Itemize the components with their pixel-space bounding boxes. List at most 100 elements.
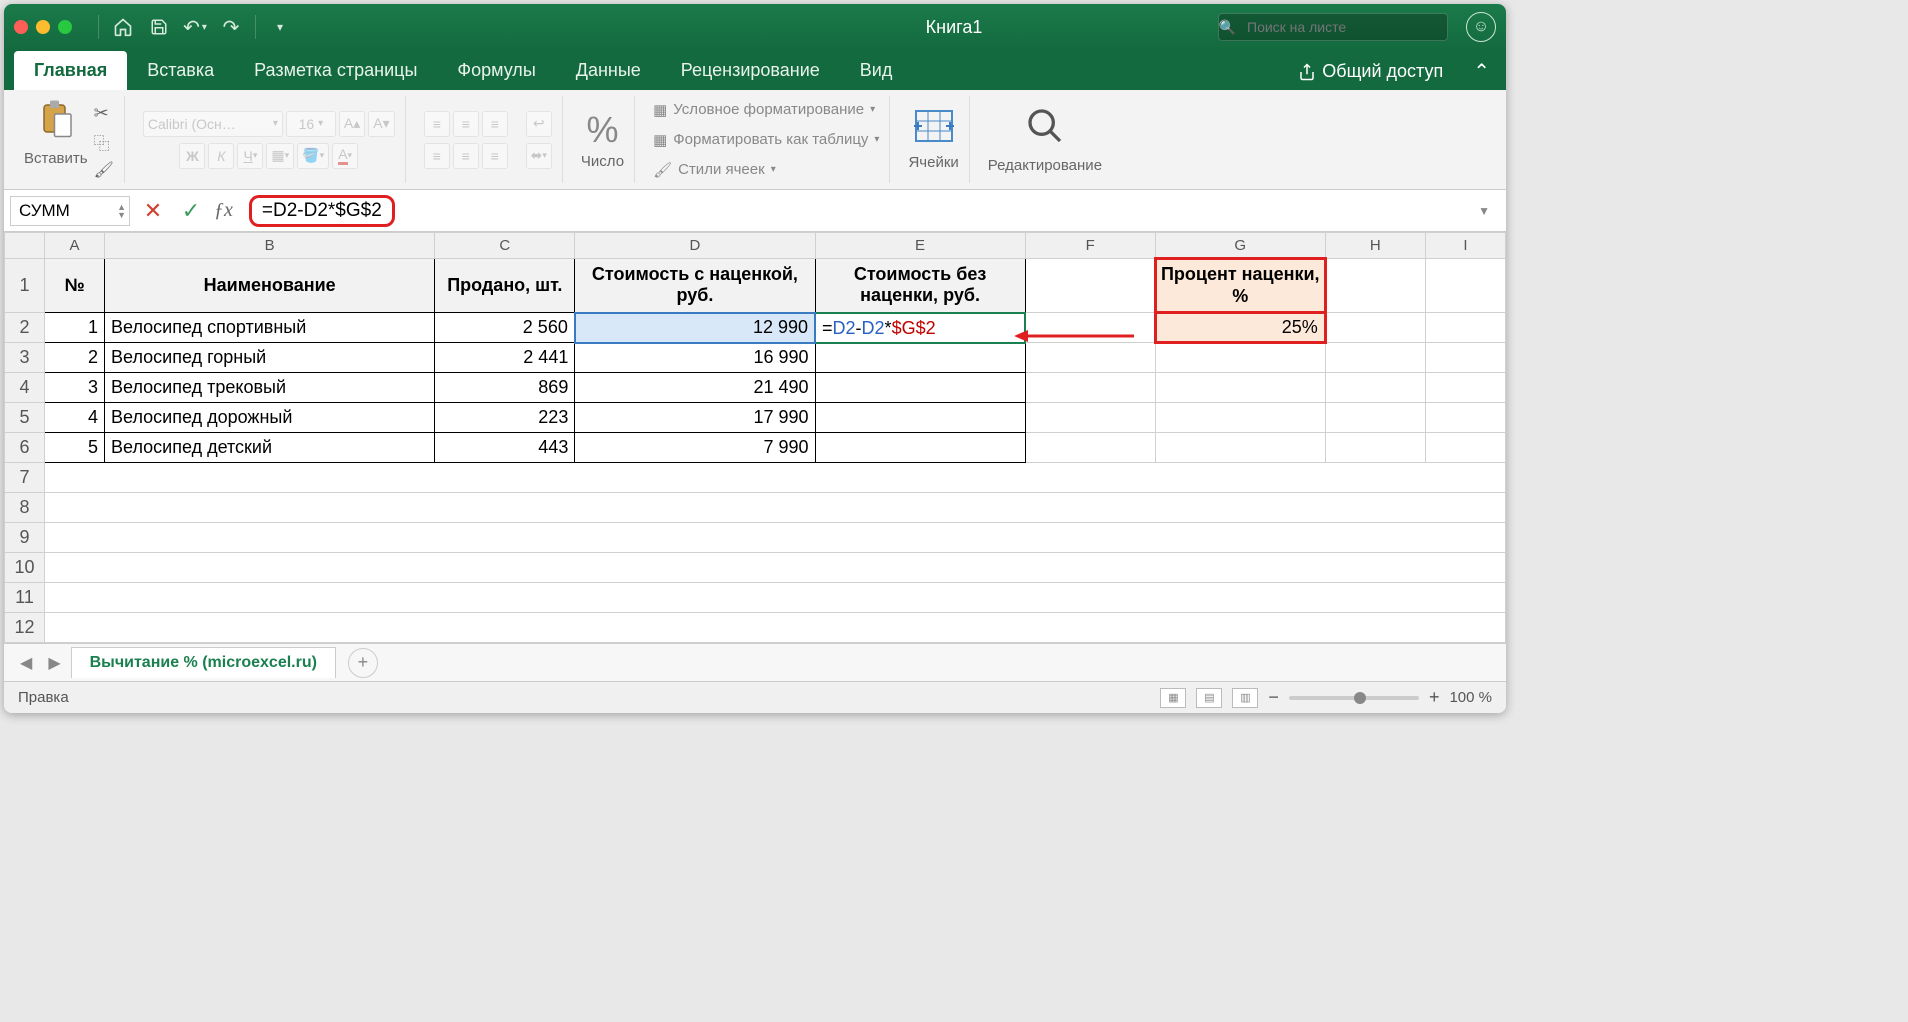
col-header-I[interactable]: I bbox=[1425, 233, 1505, 259]
increase-font-icon[interactable]: A▴ bbox=[339, 111, 365, 137]
decrease-font-icon[interactable]: A▾ bbox=[368, 111, 394, 137]
align-top-icon[interactable]: ≡ bbox=[424, 111, 450, 137]
borders-button[interactable]: ▦▾ bbox=[266, 143, 294, 169]
col-header-E[interactable]: E bbox=[815, 233, 1025, 259]
row-header-6[interactable]: 6 bbox=[5, 433, 45, 463]
undo-icon[interactable]: ↶ ▾ bbox=[180, 12, 210, 42]
cell-D1[interactable]: Стоимость с наценкой, руб. bbox=[575, 259, 815, 313]
cancel-formula-icon[interactable]: ✕ bbox=[138, 198, 168, 224]
row-header-8[interactable]: 8 bbox=[5, 493, 45, 523]
cell-H2[interactable] bbox=[1325, 313, 1425, 343]
cell-F3[interactable] bbox=[1025, 343, 1155, 373]
cell-G2[interactable]: 25% bbox=[1155, 313, 1325, 343]
row-header-4[interactable]: 4 bbox=[5, 373, 45, 403]
qat-customize-icon[interactable]: ▾ bbox=[265, 12, 295, 42]
cell-C5[interactable]: 223 bbox=[435, 403, 575, 433]
cell-D6[interactable]: 7 990 bbox=[575, 433, 815, 463]
cell-D2[interactable]: 12 990 bbox=[575, 313, 815, 343]
row-header-9[interactable]: 9 bbox=[5, 523, 45, 553]
namebox-spinner-icon[interactable]: ▲▼ bbox=[117, 203, 126, 219]
share-button[interactable]: Общий доступ bbox=[1284, 53, 1457, 90]
minimize-window-button[interactable] bbox=[36, 20, 50, 34]
view-page-layout-icon[interactable]: ▤ bbox=[1196, 688, 1222, 708]
tab-formulas[interactable]: Формулы bbox=[437, 51, 555, 90]
find-icon[interactable] bbox=[1025, 106, 1065, 155]
italic-button[interactable]: К bbox=[208, 143, 234, 169]
cell-styles-button[interactable]: 🖌Стили ячеек▾ bbox=[653, 157, 776, 183]
percent-icon[interactable]: % bbox=[586, 109, 618, 151]
cell-E5[interactable] bbox=[815, 403, 1025, 433]
zoom-level[interactable]: 100 % bbox=[1449, 689, 1492, 706]
cell-I6[interactable] bbox=[1425, 433, 1505, 463]
row-header-7[interactable]: 7 bbox=[5, 463, 45, 493]
name-box[interactable]: СУММ ▲▼ bbox=[10, 196, 130, 226]
formula-input[interactable]: =D2-D2*$G$2 bbox=[241, 191, 1460, 231]
underline-button[interactable]: Ч▾ bbox=[237, 143, 263, 169]
cell-B2[interactable]: Велосипед спортивный bbox=[105, 313, 435, 343]
cell-C6[interactable]: 443 bbox=[435, 433, 575, 463]
format-as-table-button[interactable]: ▦Форматировать как таблицу▾ bbox=[653, 127, 879, 153]
view-normal-icon[interactable]: ▦ bbox=[1160, 688, 1186, 708]
align-bottom-icon[interactable]: ≡ bbox=[482, 111, 508, 137]
format-painter-icon[interactable]: 🖌 bbox=[94, 160, 114, 180]
col-header-G[interactable]: G bbox=[1155, 233, 1325, 259]
align-center-icon[interactable]: ≡ bbox=[453, 143, 479, 169]
wrap-text-icon[interactable]: ↩ bbox=[526, 111, 552, 137]
align-middle-icon[interactable]: ≡ bbox=[453, 111, 479, 137]
tab-review[interactable]: Рецензирование bbox=[661, 51, 840, 90]
col-header-B[interactable]: B bbox=[105, 233, 435, 259]
font-name-select[interactable]: Calibri (Осн…▾ bbox=[143, 111, 283, 137]
cell-I2[interactable] bbox=[1425, 313, 1505, 343]
cell-H4[interactable] bbox=[1325, 373, 1425, 403]
cell-H3[interactable] bbox=[1325, 343, 1425, 373]
search-input[interactable] bbox=[1218, 13, 1448, 41]
cell-C3[interactable]: 2 441 bbox=[435, 343, 575, 373]
row-header-1[interactable]: 1 bbox=[5, 259, 45, 313]
col-header-H[interactable]: H bbox=[1325, 233, 1425, 259]
tab-data[interactable]: Данные bbox=[556, 51, 661, 90]
cell-E6[interactable] bbox=[815, 433, 1025, 463]
row-header-2[interactable]: 2 bbox=[5, 313, 45, 343]
cell-A1[interactable]: № bbox=[45, 259, 105, 313]
cell-E4[interactable] bbox=[815, 373, 1025, 403]
cell-H5[interactable] bbox=[1325, 403, 1425, 433]
tab-insert[interactable]: Вставка bbox=[127, 51, 234, 90]
cell-I5[interactable] bbox=[1425, 403, 1505, 433]
tab-home[interactable]: Главная bbox=[14, 51, 127, 90]
cell-A2[interactable]: 1 bbox=[45, 313, 105, 343]
paste-icon[interactable] bbox=[37, 99, 75, 150]
cell-A6[interactable]: 5 bbox=[45, 433, 105, 463]
col-header-F[interactable]: F bbox=[1025, 233, 1155, 259]
zoom-out-button[interactable]: − bbox=[1268, 687, 1279, 708]
cell-E2[interactable]: =D2-D2*$G$2 bbox=[815, 313, 1025, 343]
align-left-icon[interactable]: ≡ bbox=[424, 143, 450, 169]
cell-C4[interactable]: 869 bbox=[435, 373, 575, 403]
cell-G3[interactable] bbox=[1155, 343, 1325, 373]
align-right-icon[interactable]: ≡ bbox=[482, 143, 508, 169]
row-header-11[interactable]: 11 bbox=[5, 583, 45, 613]
cell-F1[interactable] bbox=[1025, 259, 1155, 313]
feedback-icon[interactable]: ☺ bbox=[1466, 12, 1496, 42]
cell-A3[interactable]: 2 bbox=[45, 343, 105, 373]
close-window-button[interactable] bbox=[14, 20, 28, 34]
cell-H1[interactable] bbox=[1325, 259, 1425, 313]
cell-F6[interactable] bbox=[1025, 433, 1155, 463]
tab-view[interactable]: Вид bbox=[840, 51, 913, 90]
add-sheet-button[interactable]: + bbox=[348, 648, 378, 678]
col-header-D[interactable]: D bbox=[575, 233, 815, 259]
spreadsheet-grid[interactable]: A B C D E F G H I 1 № Наименование Прода… bbox=[4, 232, 1506, 643]
confirm-formula-icon[interactable]: ✓ bbox=[176, 198, 206, 224]
font-color-button[interactable]: A▾ bbox=[332, 143, 358, 169]
cell-F5[interactable] bbox=[1025, 403, 1155, 433]
cell-I1[interactable] bbox=[1425, 259, 1505, 313]
cell-H6[interactable] bbox=[1325, 433, 1425, 463]
zoom-slider[interactable] bbox=[1289, 696, 1419, 700]
sheet-nav-prev-icon[interactable]: ◀ bbox=[14, 653, 38, 673]
conditional-formatting-button[interactable]: ▦Условное форматирование▾ bbox=[653, 97, 875, 123]
merge-cells-icon[interactable]: ⬌▾ bbox=[526, 143, 552, 169]
cell-B6[interactable]: Велосипед детский bbox=[105, 433, 435, 463]
cell-B1[interactable]: Наименование bbox=[105, 259, 435, 313]
cell-E1[interactable]: Стоимость без наценки, руб. bbox=[815, 259, 1025, 313]
collapse-ribbon-icon[interactable]: ⌃ bbox=[1457, 53, 1506, 90]
save-icon[interactable] bbox=[144, 12, 174, 42]
